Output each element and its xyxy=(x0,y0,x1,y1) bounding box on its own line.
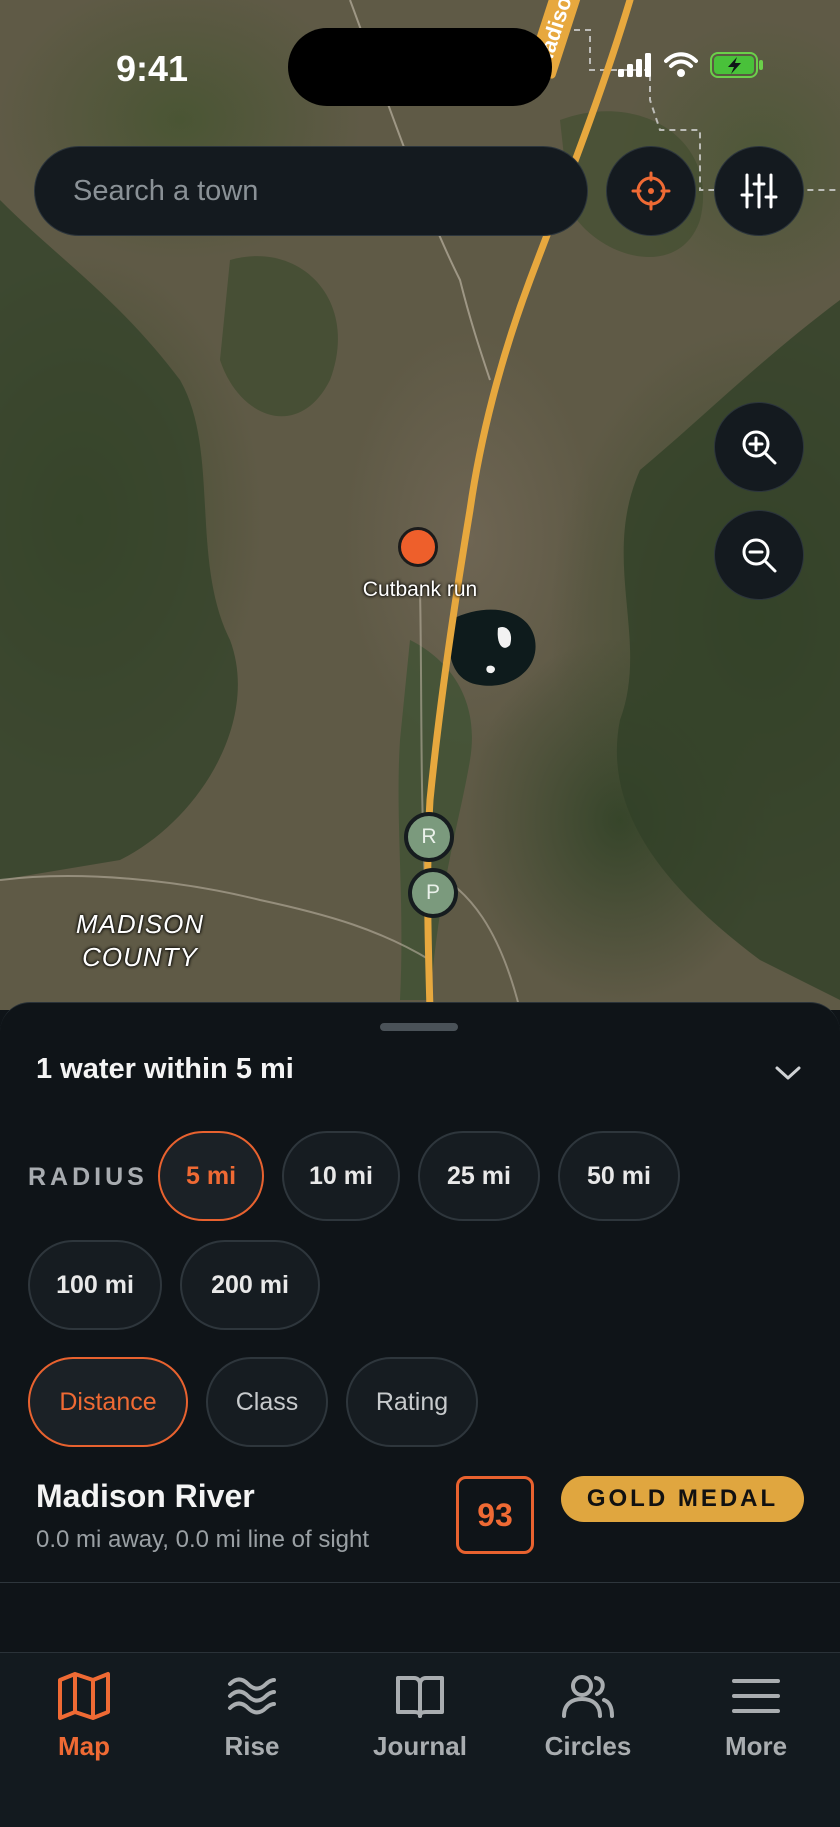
waves-icon xyxy=(228,1677,276,1715)
search-bar[interactable] xyxy=(34,146,588,236)
rating-score: 93 xyxy=(456,1476,534,1554)
collapse-button[interactable] xyxy=(766,1051,810,1095)
radius-chip-200[interactable]: 200 mi xyxy=(180,1240,320,1330)
wifi-icon xyxy=(664,52,698,77)
tab-circles[interactable]: Circles xyxy=(504,1665,672,1775)
radius-chip-10[interactable]: 10 mi xyxy=(282,1131,400,1221)
users-icon xyxy=(562,1675,614,1718)
tab-label: Map xyxy=(58,1731,110,1761)
sort-distance[interactable]: Distance xyxy=(28,1357,188,1447)
results-sheet: 1 water within 5 mi RADIUS 5 mi 10 mi 25… xyxy=(0,1002,840,1653)
tab-more[interactable]: More xyxy=(672,1665,840,1775)
zoom-in-icon xyxy=(742,430,777,465)
radius-chip-25[interactable]: 25 mi xyxy=(418,1131,540,1221)
signal-icon xyxy=(618,53,651,77)
sort-rating[interactable]: Rating xyxy=(346,1357,478,1447)
tab-label: More xyxy=(724,1731,788,1761)
chevron-down-icon xyxy=(775,1066,801,1080)
tab-bar: Map Rise Journal Circles More xyxy=(0,1652,840,1827)
map-icon xyxy=(58,1672,110,1720)
result-name: Madison River xyxy=(36,1478,255,1514)
tab-label: Rise xyxy=(224,1731,280,1761)
radius-label: RADIUS xyxy=(28,1163,148,1191)
tab-map[interactable]: Map xyxy=(0,1665,168,1775)
tab-journal[interactable]: Journal xyxy=(336,1665,504,1775)
marker-r[interactable]: R xyxy=(404,812,454,862)
status-icons xyxy=(618,52,764,78)
sliders-icon xyxy=(740,173,778,209)
sort-class[interactable]: Class xyxy=(206,1357,328,1447)
dynamic-island xyxy=(288,28,552,106)
zoom-out-button[interactable] xyxy=(714,510,804,600)
result-row[interactable]: Madison River 0.0 mi away, 0.0 mi line o… xyxy=(0,1458,840,1583)
location-pin[interactable] xyxy=(398,527,438,567)
book-icon xyxy=(396,1676,444,1718)
county-label: MADISON COUNTY xyxy=(75,909,205,972)
filters-button[interactable] xyxy=(714,146,804,236)
menu-icon xyxy=(732,1679,780,1713)
class-badge: GOLD MEDAL xyxy=(561,1476,804,1522)
zoom-out-icon xyxy=(742,538,777,573)
zoom-in-button[interactable] xyxy=(714,402,804,492)
radius-chip-5[interactable]: 5 mi xyxy=(158,1131,264,1221)
tab-rise[interactable]: Rise xyxy=(168,1665,336,1775)
marker-p[interactable]: P xyxy=(408,868,458,918)
pin-label: Cutbank run xyxy=(362,578,478,601)
crosshair-icon xyxy=(631,171,671,211)
tab-label: Circles xyxy=(544,1731,632,1761)
locate-button[interactable] xyxy=(606,146,696,236)
sheet-title: 1 water within 5 mi xyxy=(36,1053,294,1085)
search-input[interactable] xyxy=(71,173,555,209)
sheet-handle[interactable] xyxy=(380,1023,458,1031)
battery-icon xyxy=(710,52,763,78)
result-detail: 0.0 mi away, 0.0 mi line of sight xyxy=(36,1526,370,1553)
status-time: 9:41 xyxy=(116,48,189,89)
tab-label: Journal xyxy=(373,1731,467,1761)
map-view[interactable]: Madison River 9:41 xyxy=(0,0,840,1010)
radius-chip-100[interactable]: 100 mi xyxy=(28,1240,162,1330)
radius-chip-50[interactable]: 50 mi xyxy=(558,1131,680,1221)
